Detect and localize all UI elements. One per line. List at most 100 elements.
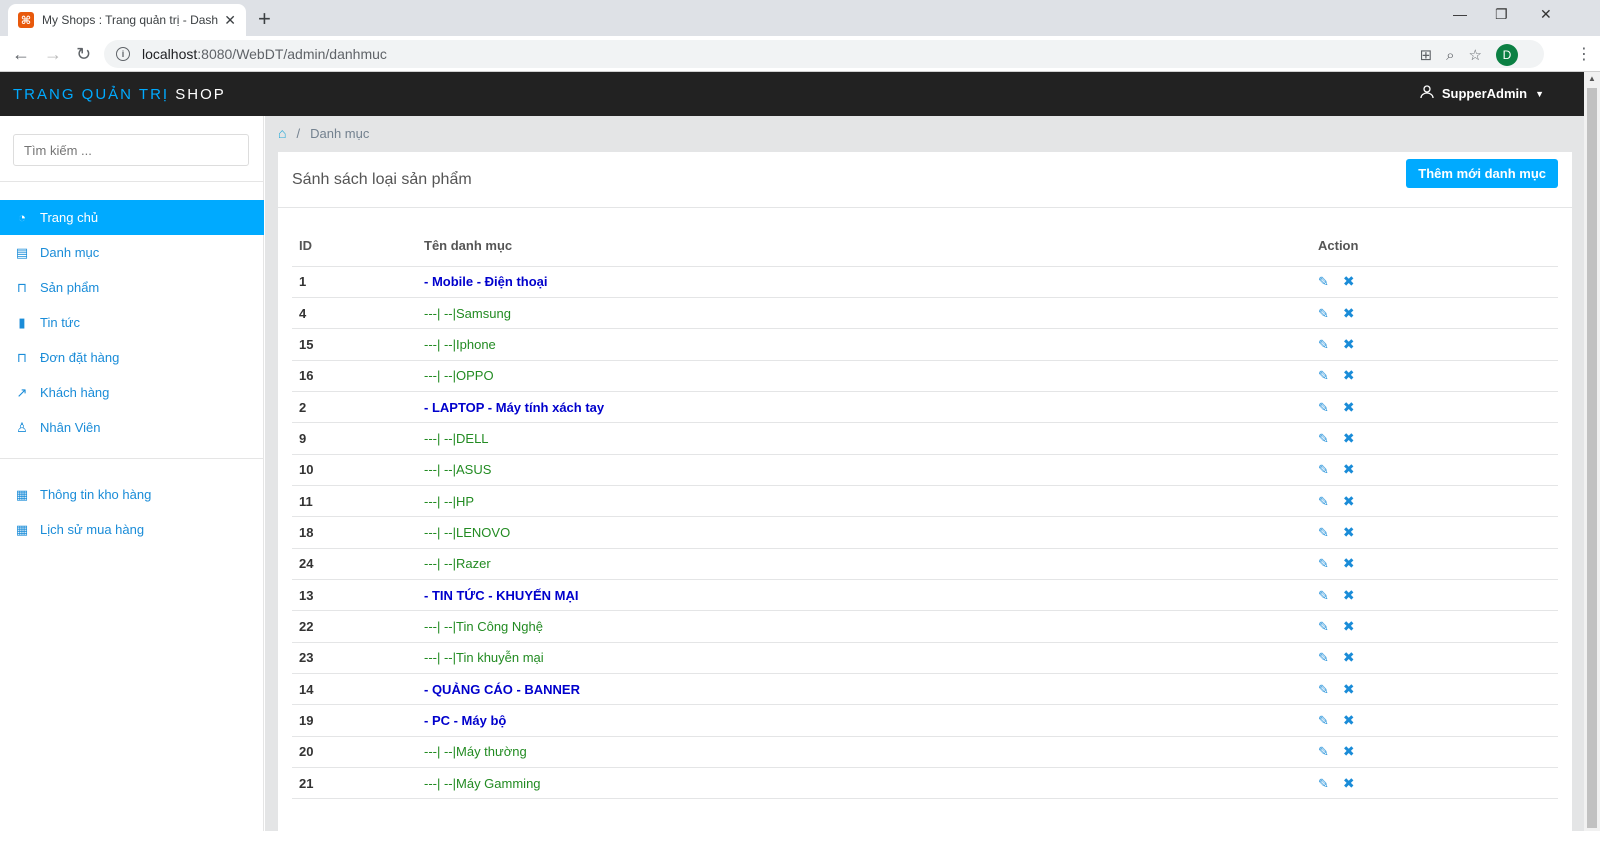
delete-icon[interactable]: ✖	[1343, 555, 1355, 571]
browser-menu-icon[interactable]: ⋮	[1576, 44, 1592, 64]
sidebar-item-lich-su-mua-hang[interactable]: ▦ Lịch sử mua hàng	[0, 512, 264, 547]
edit-icon[interactable]: ✎	[1318, 556, 1329, 571]
delete-icon[interactable]: ✖	[1343, 649, 1355, 665]
translate-icon[interactable]: ⊞	[1420, 46, 1433, 64]
delete-icon[interactable]: ✖	[1343, 775, 1355, 791]
delete-icon[interactable]: ✖	[1343, 336, 1355, 352]
edit-icon[interactable]: ✎	[1318, 337, 1329, 352]
close-tab-icon[interactable]: ✕	[224, 12, 236, 29]
edit-icon[interactable]: ✎	[1318, 368, 1329, 383]
new-tab-icon[interactable]: +	[258, 6, 271, 32]
table-row: 14- QUẢNG CÁO - BANNER ✎ ✖	[292, 673, 1558, 706]
zoom-icon[interactable]: ⌕	[1446, 47, 1454, 64]
url-field[interactable]: i localhost:8080/WebDT/admin/danhmuc ⊞ ⌕…	[104, 40, 1544, 68]
sidebar-item-nhan-vien[interactable]: ♙ Nhân Viên	[0, 410, 264, 445]
profile-avatar[interactable]: D	[1496, 44, 1518, 66]
bookmark-star-icon[interactable]: ☆	[1469, 46, 1482, 64]
table-row: 23 ---| --|Tin khuyễn mại ✎ ✖	[292, 642, 1558, 674]
sidebar-item-trang-chu[interactable]: ◔ Trang chủ	[0, 200, 264, 235]
minimize-icon[interactable]: —	[1453, 6, 1467, 22]
category-card: Sánh sách loại sản phẩm Thêm mới danh mụ…	[278, 152, 1572, 842]
row-actions: ✎ ✖	[1318, 736, 1558, 769]
delete-icon[interactable]: ✖	[1343, 681, 1355, 697]
row-actions: ✎ ✖	[1318, 360, 1558, 392]
row-category-name: - TIN TỨC - KHUYẾN MẠI	[424, 579, 1318, 612]
row-category-name: ---| --|Razer	[424, 548, 1318, 580]
add-category-button[interactable]: Thêm mới danh mục	[1406, 159, 1558, 188]
row-category-name: ---| --|ASUS	[424, 454, 1318, 486]
sidebar-item-label: Trang chủ	[40, 210, 99, 225]
edit-icon[interactable]: ✎	[1318, 431, 1329, 446]
table-row: 19- PC - Máy bộ ✎ ✖	[292, 704, 1558, 737]
info-icon[interactable]: i	[116, 47, 130, 61]
edit-icon[interactable]: ✎	[1318, 494, 1329, 509]
edit-icon[interactable]: ✎	[1318, 274, 1329, 289]
row-id: 15	[292, 328, 424, 361]
close-window-icon[interactable]: ✕	[1540, 6, 1552, 23]
delete-icon[interactable]: ✖	[1343, 399, 1355, 415]
delete-icon[interactable]: ✖	[1343, 367, 1355, 383]
sidebar-item-danh-muc[interactable]: ▤ Danh mục	[0, 235, 264, 270]
edit-icon[interactable]: ✎	[1318, 588, 1329, 603]
edit-icon[interactable]: ✎	[1318, 776, 1329, 791]
row-id: 13	[292, 579, 424, 612]
delete-icon[interactable]: ✖	[1343, 587, 1355, 603]
search-input[interactable]	[13, 134, 249, 166]
sidebar-item-thong-tin-kho-hang[interactable]: ▦ Thông tin kho hàng	[0, 477, 264, 512]
row-actions: ✎ ✖	[1318, 673, 1558, 706]
sidebar-item-khach-hang[interactable]: ↗ Khách hàng	[0, 375, 264, 410]
page-scrollbar[interactable]: ▲	[1584, 72, 1600, 831]
sidebar-item-don-dat-hang[interactable]: ⊓ Đơn đặt hàng	[0, 340, 264, 375]
user-icon: ♙	[16, 419, 28, 435]
row-id: 19	[292, 704, 424, 737]
row-id: 10	[292, 454, 424, 486]
edit-icon[interactable]: ✎	[1318, 400, 1329, 415]
delete-icon[interactable]: ✖	[1343, 712, 1355, 728]
browser-tab[interactable]: ⌘ My Shops : Trang quản trị - Dash ✕	[8, 4, 246, 36]
table-row: 21 ---| --|Máy Gamming ✎ ✖	[292, 767, 1558, 800]
sidebar-item-label: Đơn đặt hàng	[40, 350, 120, 365]
delete-icon[interactable]: ✖	[1343, 273, 1355, 289]
delete-icon[interactable]: ✖	[1343, 618, 1355, 634]
edit-icon[interactable]: ✎	[1318, 713, 1329, 728]
forward-icon[interactable]: →	[44, 44, 62, 65]
edit-icon[interactable]: ✎	[1318, 744, 1329, 759]
row-actions: ✎ ✖	[1318, 391, 1558, 424]
brand[interactable]: TRANG QUẢN TRỊ SHOP	[13, 86, 226, 103]
delete-icon[interactable]: ✖	[1343, 430, 1355, 446]
row-category-name: ---| --|DELL	[424, 422, 1318, 455]
sidebar-item-san-pham[interactable]: ⊓ Sản phẩm	[0, 270, 264, 305]
reload-icon[interactable]: ↻	[76, 44, 91, 65]
user-menu[interactable]: SupperAdmin ▼	[1420, 85, 1544, 102]
row-id: 9	[292, 422, 424, 455]
table-row: 24 ---| --|Razer ✎ ✖	[292, 548, 1558, 580]
edit-icon[interactable]: ✎	[1318, 682, 1329, 697]
row-actions: ✎ ✖	[1318, 548, 1558, 580]
home-icon[interactable]: ⌂	[278, 125, 286, 141]
edit-icon[interactable]: ✎	[1318, 525, 1329, 540]
edit-icon[interactable]: ✎	[1318, 619, 1329, 634]
scroll-up-icon[interactable]: ▲	[1588, 74, 1596, 83]
user-name: SupperAdmin	[1441, 86, 1528, 101]
sidebar-divider	[0, 458, 264, 459]
sidebar-item-tin-tuc[interactable]: ▮ Tin tức	[0, 305, 264, 340]
edit-icon[interactable]: ✎	[1318, 650, 1329, 665]
edit-icon[interactable]: ✎	[1318, 306, 1329, 321]
address-bar-row: ← → ↻ i localhost:8080/WebDT/admin/danhm…	[0, 36, 1600, 72]
back-icon[interactable]: ←	[12, 44, 30, 65]
delete-icon[interactable]: ✖	[1343, 743, 1355, 759]
row-id: 11	[292, 485, 424, 518]
row-category-name: - PC - Máy bộ	[424, 704, 1318, 737]
row-actions: ✎ ✖	[1318, 266, 1558, 298]
delete-icon[interactable]: ✖	[1343, 493, 1355, 509]
delete-icon[interactable]: ✖	[1343, 524, 1355, 540]
delete-icon[interactable]: ✖	[1343, 305, 1355, 321]
sidebar-item-label: Khách hàng	[40, 385, 110, 400]
scrollbar-thumb[interactable]	[1587, 88, 1597, 828]
breadcrumb: ⌂ / Danh mục	[278, 125, 369, 141]
row-actions: ✎ ✖	[1318, 485, 1558, 518]
restore-icon[interactable]: ❐	[1495, 6, 1508, 23]
edit-icon[interactable]: ✎	[1318, 462, 1329, 477]
brand-part1: TRANG QUẢN TRỊ	[13, 86, 170, 103]
delete-icon[interactable]: ✖	[1343, 461, 1355, 477]
